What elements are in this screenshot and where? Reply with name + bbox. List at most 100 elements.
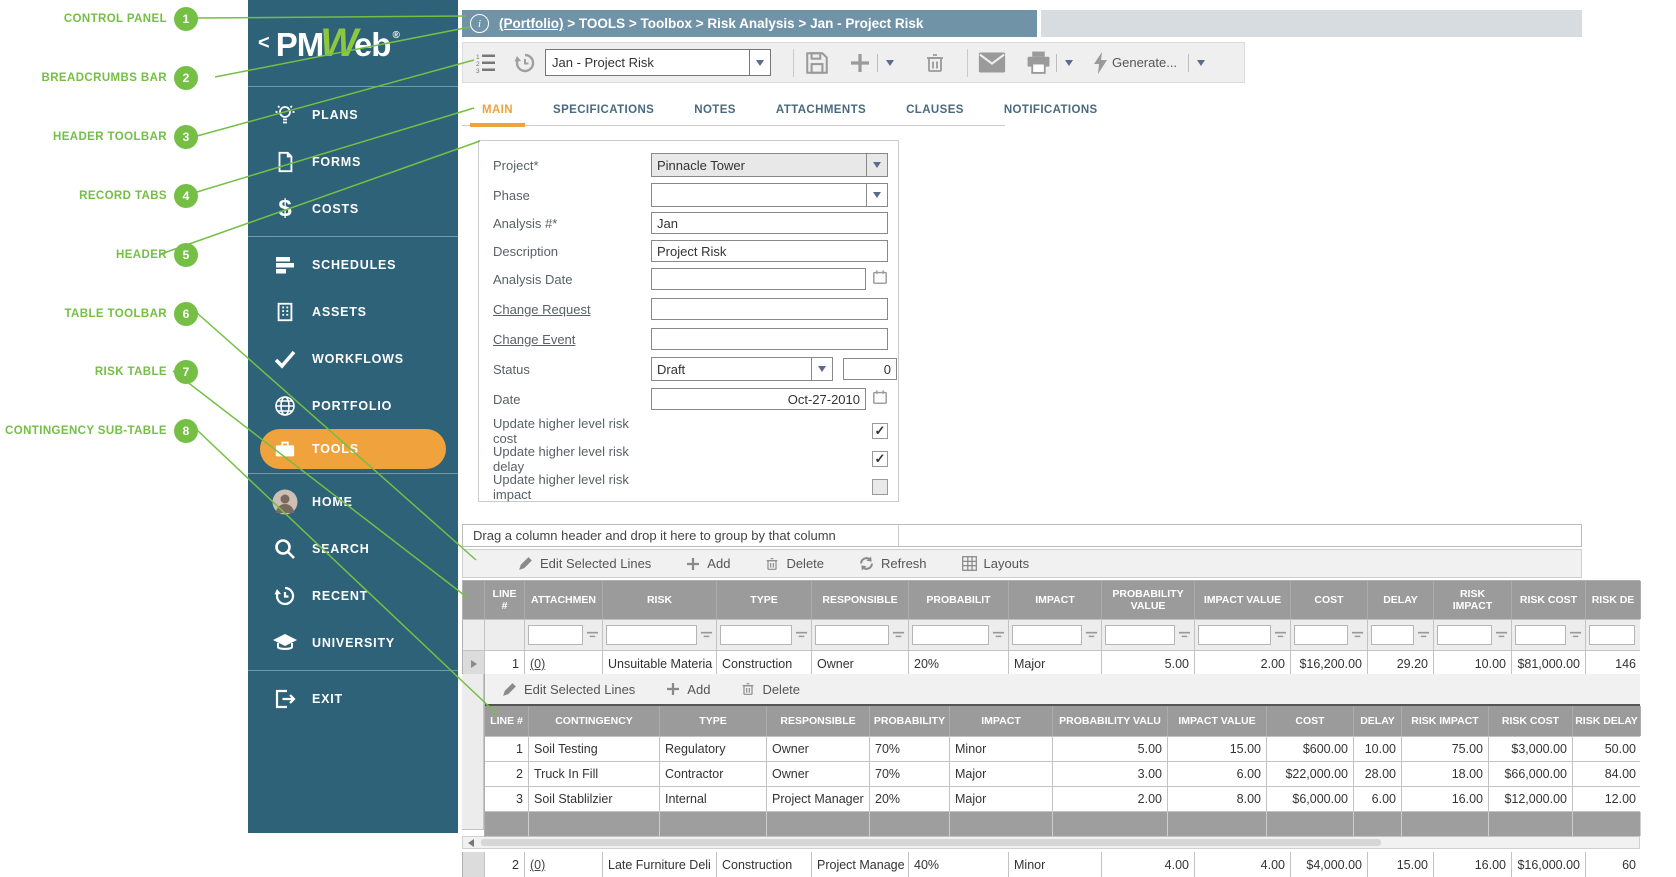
description-field[interactable] bbox=[651, 240, 888, 262]
delete-line-button[interactable]: Delete bbox=[764, 556, 824, 572]
sidebar-item-forms[interactable]: FORMS bbox=[248, 138, 458, 185]
sidebar-item-home[interactable]: HOME bbox=[248, 478, 458, 525]
column-header[interactable]: IMPACT VALUE bbox=[1195, 581, 1291, 619]
sidebar-item-tools[interactable]: TOOLS bbox=[260, 429, 446, 469]
filter-input[interactable] bbox=[1589, 625, 1635, 645]
save-button[interactable] bbox=[804, 50, 830, 76]
column-header[interactable]: LINE # bbox=[485, 706, 529, 736]
scroll-left-icon[interactable] bbox=[463, 837, 479, 848]
add-button[interactable] bbox=[848, 51, 872, 75]
layouts-button[interactable]: Layouts bbox=[961, 555, 1030, 572]
filter-input[interactable] bbox=[1437, 625, 1492, 645]
status-dropdown[interactable]: Draft bbox=[651, 357, 833, 381]
refresh-button[interactable]: Refresh bbox=[858, 555, 927, 572]
edit-selected-lines-button[interactable]: Edit Selected Lines bbox=[517, 555, 651, 572]
filter-input[interactable] bbox=[1105, 625, 1175, 645]
sidebar-item-workflows[interactable]: WORKFLOWS bbox=[248, 335, 458, 382]
sidebar-item-recent[interactable]: RECENT bbox=[248, 572, 458, 619]
filter-icon[interactable] bbox=[586, 630, 599, 640]
filter-input[interactable] bbox=[1294, 625, 1348, 645]
sidebar-collapse-chevron[interactable]: < bbox=[258, 32, 270, 55]
control-panel-icon[interactable]: 123 bbox=[475, 52, 497, 74]
filter-icon[interactable] bbox=[795, 630, 808, 640]
filter-input[interactable] bbox=[528, 625, 583, 645]
column-header[interactable]: IMPACT bbox=[1009, 581, 1102, 619]
sidebar-item-assets[interactable]: ASSETS bbox=[248, 288, 458, 335]
update-risk-delay-checkbox[interactable] bbox=[872, 451, 888, 467]
chevron-down-icon[interactable] bbox=[866, 154, 887, 176]
analysis-number-field[interactable] bbox=[651, 212, 888, 234]
date-field[interactable] bbox=[651, 388, 866, 410]
sidebar-item-university[interactable]: UNIVERSITY bbox=[248, 619, 458, 666]
column-header[interactable]: DELAY bbox=[1368, 581, 1434, 619]
filter-input[interactable] bbox=[815, 625, 889, 645]
tab-notes[interactable]: NOTES bbox=[674, 94, 756, 125]
group-by-bar[interactable]: Drag a column header and drop it here to… bbox=[462, 524, 1582, 547]
history-icon[interactable] bbox=[513, 51, 537, 75]
record-selector-dropdown[interactable]: Jan - Project Risk bbox=[545, 49, 771, 76]
contingency-row-1[interactable]: 1 Soil Testing Regulatory Owner 70% Mino… bbox=[485, 737, 1640, 762]
filter-icon[interactable] bbox=[1274, 630, 1287, 640]
filter-icon[interactable] bbox=[1495, 630, 1508, 640]
info-icon[interactable]: i bbox=[470, 14, 489, 33]
project-dropdown[interactable]: Pinnacle Tower bbox=[651, 153, 888, 177]
tab-clauses[interactable]: CLAUSES bbox=[886, 94, 984, 125]
calendar-icon[interactable] bbox=[872, 389, 888, 410]
status-number-field[interactable] bbox=[843, 358, 897, 380]
delete-line-button[interactable]: Delete bbox=[740, 681, 800, 697]
chevron-down-icon[interactable] bbox=[749, 50, 770, 75]
filter-icon[interactable] bbox=[1569, 630, 1582, 640]
column-header[interactable]: PROBABILITY VALUE bbox=[1102, 581, 1195, 619]
column-header[interactable]: RISK IMPACT bbox=[1434, 581, 1512, 619]
risk-table-row-2[interactable]: 2 (0) Late Furniture Deli Construction P… bbox=[462, 852, 1640, 877]
tab-attachments[interactable]: ATTACHMENTS bbox=[756, 94, 886, 125]
update-risk-cost-checkbox[interactable] bbox=[872, 423, 888, 439]
column-header[interactable]: COST bbox=[1267, 706, 1354, 736]
sidebar-item-exit[interactable]: EXIT bbox=[248, 675, 458, 722]
edit-selected-lines-button[interactable]: Edit Selected Lines bbox=[501, 681, 635, 698]
column-header[interactable]: RISK DE bbox=[1586, 581, 1641, 619]
print-dropdown-caret-icon[interactable] bbox=[1065, 60, 1073, 66]
tab-notifications[interactable]: NOTIFICATIONS bbox=[984, 94, 1118, 125]
contingency-row-2[interactable]: 2 Truck In Fill Contractor Owner 70% Maj… bbox=[485, 762, 1640, 787]
print-button[interactable] bbox=[1026, 51, 1051, 74]
sidebar-item-search[interactable]: SEARCH bbox=[248, 525, 458, 572]
attachments-count-link[interactable]: (0) bbox=[530, 858, 545, 872]
sidebar-item-costs[interactable]: $ COSTS bbox=[248, 185, 458, 232]
column-header[interactable]: ATTACHMEN bbox=[525, 581, 603, 619]
calendar-icon[interactable] bbox=[872, 269, 888, 290]
chevron-down-icon[interactable] bbox=[866, 184, 887, 206]
filter-icon[interactable] bbox=[1351, 630, 1364, 640]
filter-input[interactable] bbox=[606, 625, 697, 645]
column-header[interactable]: RISK IMPACT bbox=[1402, 706, 1489, 736]
contingency-row-3[interactable]: 3 Soil Stablilzier Internal Project Mana… bbox=[485, 787, 1640, 812]
change-request-field[interactable] bbox=[651, 298, 888, 320]
column-header[interactable]: PROBABILITY bbox=[870, 706, 950, 736]
filter-input[interactable] bbox=[1012, 625, 1082, 645]
filter-input[interactable] bbox=[720, 625, 792, 645]
filter-input[interactable] bbox=[1515, 625, 1566, 645]
column-header[interactable]: DELAY bbox=[1354, 706, 1402, 736]
column-header[interactable]: RISK COST bbox=[1489, 706, 1573, 736]
sidebar-item-portfolio[interactable]: PORTFOLIO bbox=[248, 382, 458, 429]
column-header[interactable]: CONTINGENCY bbox=[529, 706, 660, 736]
scrollbar-thumb[interactable] bbox=[481, 839, 1381, 846]
column-header[interactable]: PROBABILITY VALU bbox=[1053, 706, 1168, 736]
mail-button[interactable] bbox=[978, 52, 1006, 73]
add-dropdown-caret-icon[interactable] bbox=[886, 60, 894, 66]
generate-dropdown-caret-icon[interactable] bbox=[1197, 60, 1205, 66]
chevron-down-icon[interactable] bbox=[811, 358, 832, 380]
add-line-button[interactable]: Add bbox=[665, 681, 710, 697]
column-header[interactable]: PROBABILIT bbox=[909, 581, 1009, 619]
sidebar-item-schedules[interactable]: SCHEDULES bbox=[248, 241, 458, 288]
change-event-link[interactable]: Change Event bbox=[493, 332, 651, 347]
horizontal-scrollbar[interactable] bbox=[462, 836, 1640, 849]
column-header[interactable]: TYPE bbox=[660, 706, 767, 736]
filter-icon[interactable] bbox=[1417, 630, 1430, 640]
filter-icon[interactable] bbox=[1085, 630, 1098, 640]
analysis-date-field[interactable] bbox=[651, 268, 866, 290]
tab-main[interactable]: MAIN bbox=[462, 94, 533, 125]
filter-input[interactable] bbox=[1371, 625, 1414, 645]
generate-button[interactable]: Generate... bbox=[1094, 52, 1183, 74]
breadcrumb-portfolio-link[interactable]: (Portfolio) bbox=[499, 16, 563, 31]
